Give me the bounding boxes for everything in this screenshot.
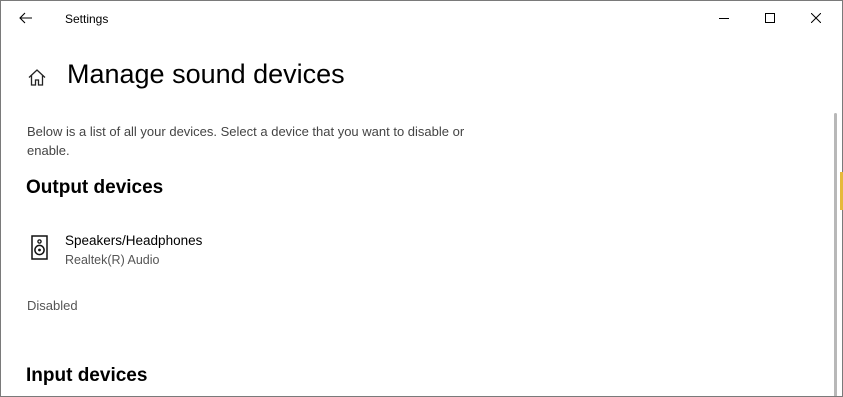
minimize-icon — [719, 18, 729, 19]
settings-window: Settings Manage sound devices Below is a… — [0, 0, 843, 397]
back-button[interactable] — [11, 4, 41, 32]
scrollbar[interactable] — [834, 113, 837, 396]
speaker-icon — [31, 235, 48, 260]
device-status: Disabled — [27, 298, 78, 313]
page-description: Below is a list of all your devices. Sel… — [27, 124, 465, 158]
minimize-button[interactable] — [701, 1, 747, 35]
output-devices-heading: Output devices — [26, 177, 164, 198]
close-button[interactable] — [793, 1, 839, 35]
device-driver: Realtek(R) Audio — [65, 253, 160, 267]
home-button[interactable] — [24, 64, 50, 90]
home-icon — [28, 68, 46, 86]
close-icon — [811, 13, 821, 23]
maximize-icon — [765, 13, 775, 23]
output-device-speakers-headphones[interactable]: Speakers/Headphones Realtek(R) Audio — [25, 229, 425, 273]
back-arrow-icon — [19, 12, 32, 24]
page-title: Manage sound devices — [67, 59, 345, 89]
maximize-button[interactable] — [747, 1, 793, 35]
app-title: Settings — [65, 12, 109, 26]
input-devices-heading: Input devices — [26, 365, 148, 386]
title-bar: Settings — [1, 1, 842, 35]
device-name: Speakers/Headphones — [65, 233, 203, 248]
